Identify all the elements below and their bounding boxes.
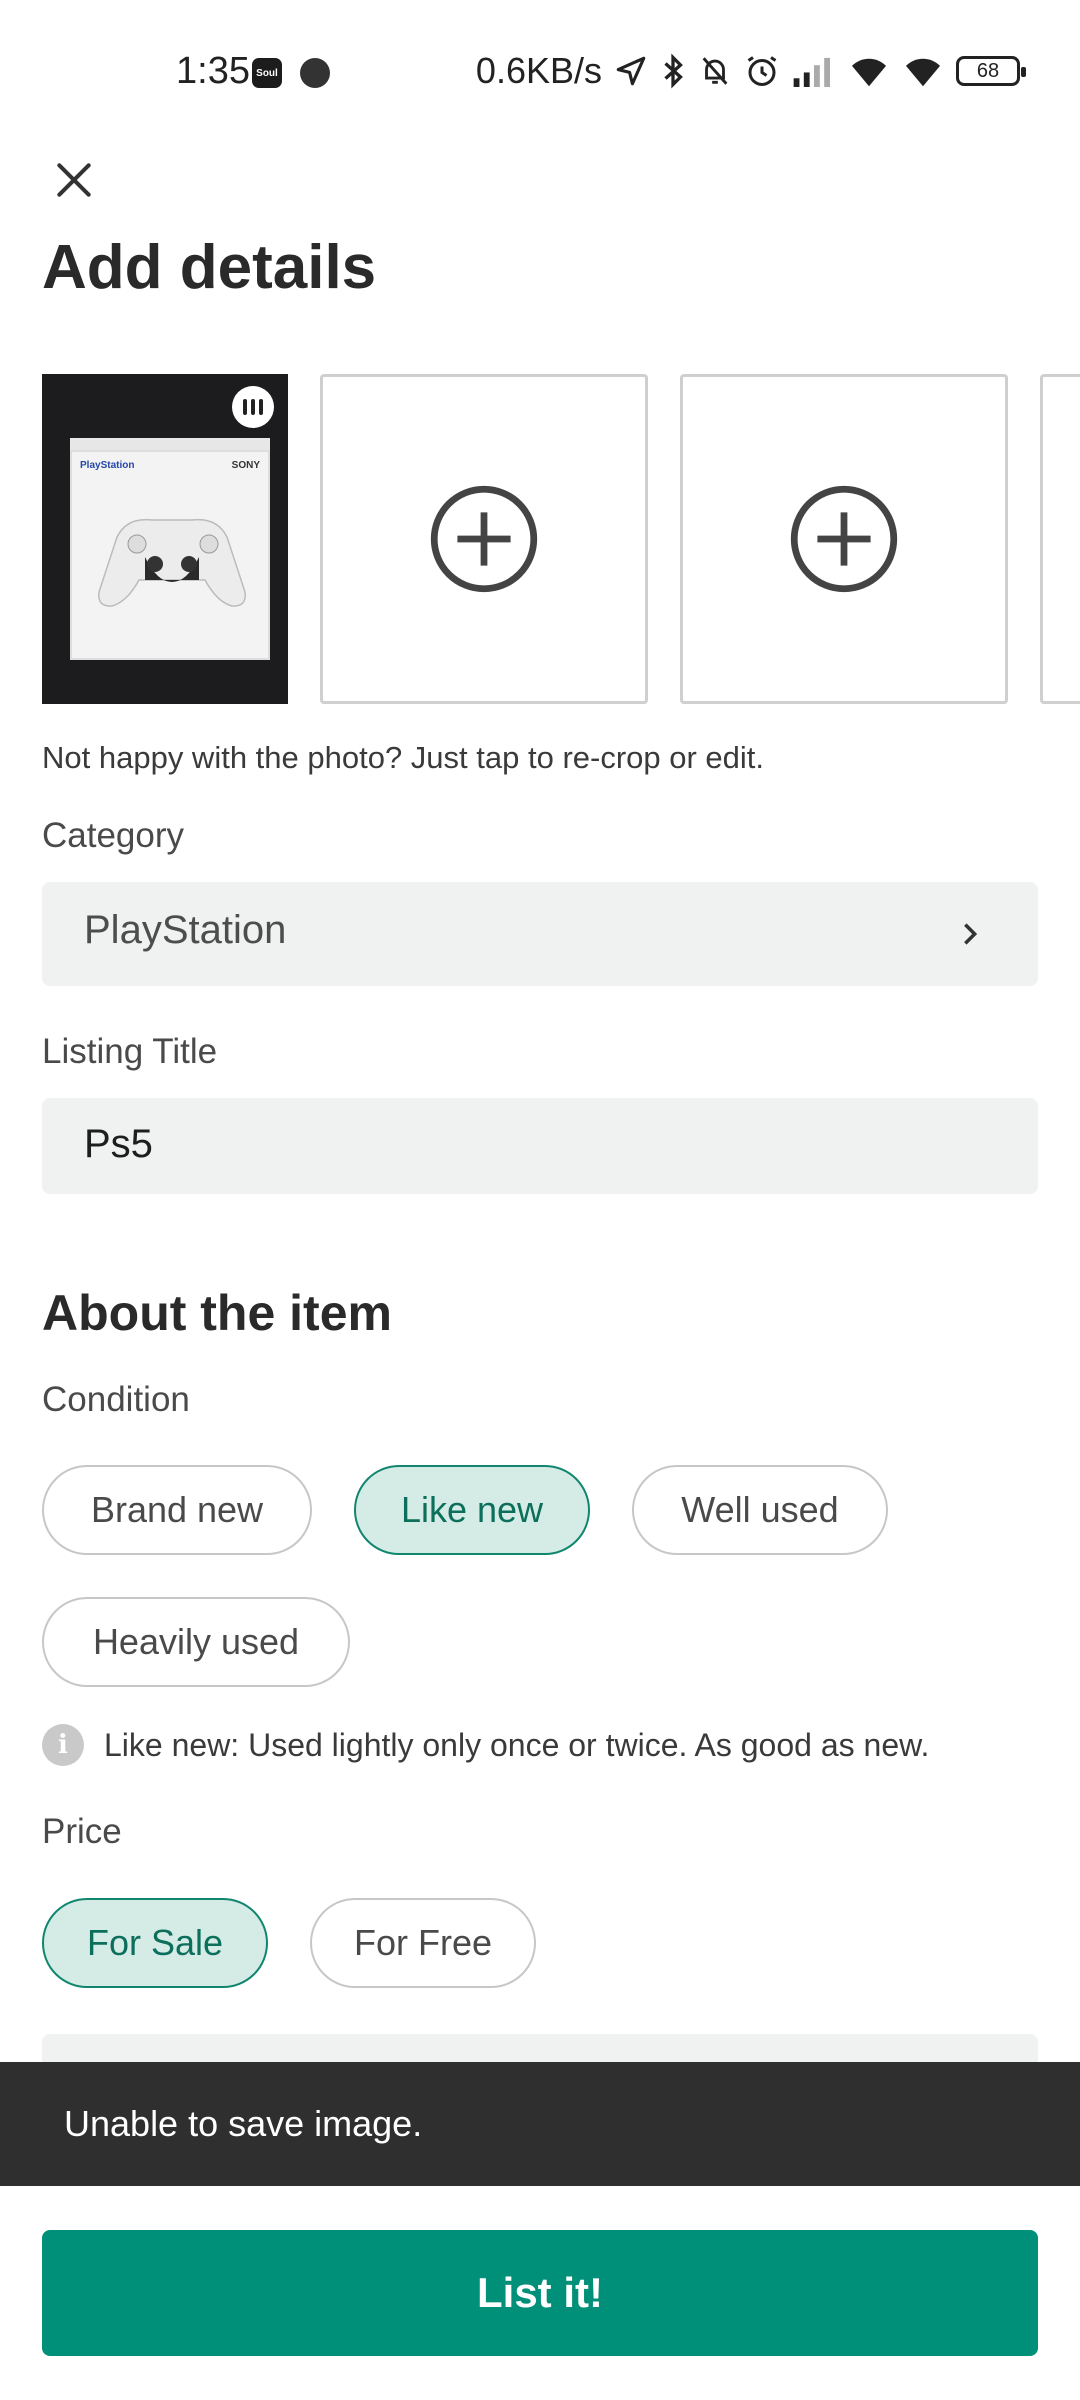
condition-chip-like-new[interactable]: Like new [354,1465,590,1555]
add-photo-slot[interactable] [320,374,648,704]
status-right: 0.6KB/s 68 [475,50,1026,92]
add-circle-icon [790,485,898,593]
category-label: Category [42,816,185,855]
condition-chip-brand-new[interactable]: Brand new [42,1465,312,1555]
price-chip-for-sale[interactable]: For Sale [42,1898,268,1988]
category-select[interactable]: PlayStation [42,882,1038,986]
status-bar: 1:35 Soul 0.6KB/s 68 [0,0,1080,150]
close-icon [57,163,91,197]
snackbar: Unable to save image. [0,2062,1080,2186]
net-speed: 0.6KB/s [475,50,602,91]
price-chip-for-free[interactable]: For Free [310,1898,536,1988]
mute-icon [698,53,732,89]
alarm-icon [744,53,780,89]
info-icon: i [42,1724,84,1766]
listing-title-value: Ps5 [84,1122,153,1166]
about-section-title: About the item [42,1285,392,1341]
signal-icon [792,55,836,87]
photo-box-art: PlayStation SONY [70,450,270,660]
list-it-button[interactable]: List it! [42,2230,1038,2356]
wifi-icon [902,54,944,88]
add-photo-slot[interactable] [1040,374,1080,704]
bluetooth-icon [660,53,686,89]
listing-photo[interactable]: PlayStation SONY [42,374,288,704]
snackbar-message: Unable to save image. [64,2103,423,2144]
condition-info-text: Like new: Used lightly only once or twic… [104,1726,930,1763]
category-value: PlayStation [84,908,287,952]
add-photo-slot[interactable] [680,374,1008,704]
photo-strip[interactable]: PlayStation SONY [42,374,1080,704]
battery-icon: 68 [956,56,1026,86]
status-time: 1:35 [176,50,250,92]
listing-title-input[interactable]: Ps5 [42,1098,1038,1194]
close-button[interactable] [44,150,104,210]
listing-title-label: Listing Title [42,1032,218,1071]
wifi-icon [848,54,890,88]
location-icon [614,54,648,88]
chevron-right-icon [964,923,978,945]
page-title: Add details [42,233,377,302]
condition-chip-heavily-used[interactable]: Heavily used [42,1597,350,1687]
photo-maker-text: SONY [231,460,260,471]
price-label: Price [42,1812,122,1851]
add-circle-icon [430,485,538,593]
photo-hint: Not happy with the photo? Just tap to re… [42,740,765,775]
photo-options-button[interactable] [232,386,274,428]
photo-brand-text: PlayStation [80,460,135,471]
condition-chip-well-used[interactable]: Well used [632,1465,888,1555]
notification-app-icon [300,58,330,88]
controller-image [98,518,246,607]
condition-label: Condition [42,1380,190,1419]
condition-info: i Like new: Used lightly only once or tw… [42,1724,929,1766]
soul-app-icon: Soul [252,58,282,88]
